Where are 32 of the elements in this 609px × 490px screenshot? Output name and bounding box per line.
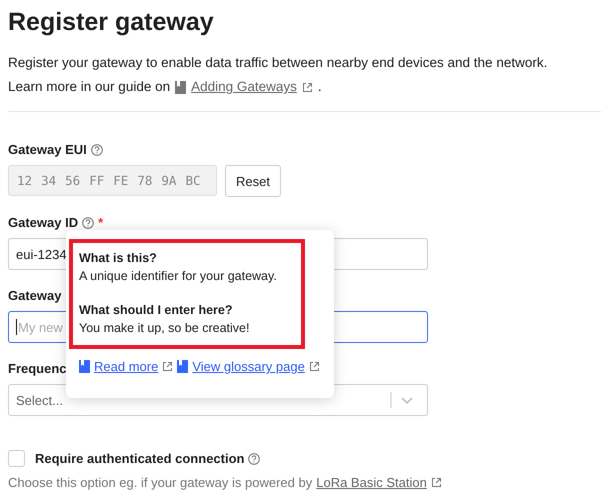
required-mark: * — [98, 215, 104, 230]
checkbox[interactable] — [8, 450, 25, 467]
tooltip-text: A unique identifier for your gateway. — [79, 268, 278, 285]
help-icon[interactable] — [90, 144, 103, 156]
tooltip-text: You make it up, so be creative! — [79, 320, 250, 337]
intro-text: Register your gateway to enable data traffic between nearby end devices and the network. — [8, 54, 548, 72]
external-link-icon — [162, 361, 174, 372]
bookmark-icon — [177, 360, 188, 373]
field-label: Gateway EUI — [8, 142, 87, 157]
intro-text: Learn more in our guide on — [8, 78, 170, 96]
eui-field[interactable]: 12 34 56 FF FE 78 9A BC — [8, 165, 217, 196]
station-link[interactable]: LoRa Basic Station — [316, 475, 427, 490]
tooltip-link[interactable]: Read more — [94, 359, 158, 374]
field-label: Gateway — [8, 288, 62, 303]
page-title: Register gateway — [8, 8, 215, 37]
external-link-icon — [308, 361, 320, 372]
checkbox-label: Require authenticated connection — [35, 451, 244, 466]
guide-link[interactable]: Adding Gateways — [191, 75, 297, 99]
punctuation: . — [318, 78, 322, 96]
field-label: Gateway ID — [8, 215, 78, 230]
tooltip-heading: What is this? — [79, 250, 158, 267]
external-link-icon — [430, 477, 442, 488]
external-link-icon — [302, 82, 313, 92]
reset-button[interactable]: Reset — [225, 165, 281, 197]
help-icon[interactable] — [82, 216, 94, 228]
tooltip-link[interactable]: View glossary page — [192, 359, 305, 374]
help-text: Choose this option eg. if your gateway is powered by — [8, 475, 312, 490]
tooltip-heading: What should I enter here? — [79, 302, 234, 319]
bookmark-icon — [79, 360, 90, 373]
help-icon[interactable] — [248, 452, 260, 464]
bookmark-icon — [175, 80, 186, 94]
field-label: Frequenc — [8, 361, 67, 376]
